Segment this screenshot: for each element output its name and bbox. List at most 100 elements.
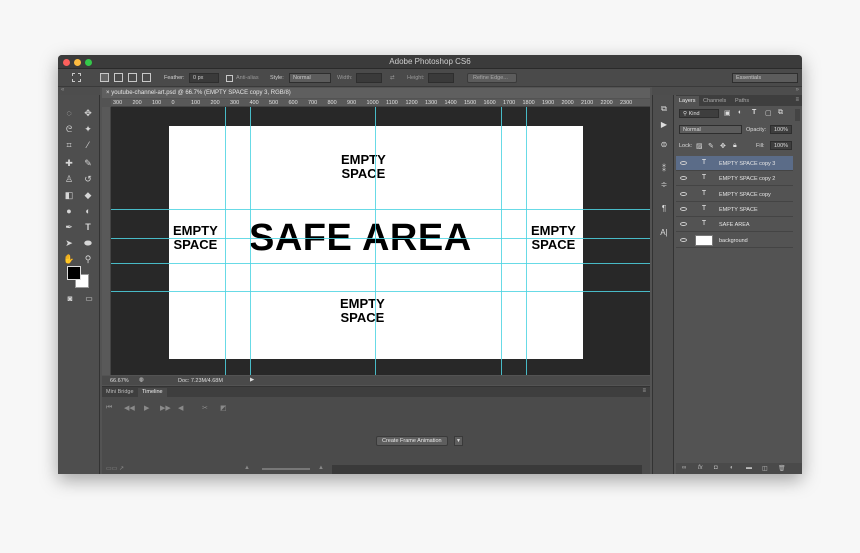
fill-input[interactable]: 100% <box>770 141 792 150</box>
guide-horizontal[interactable] <box>111 291 650 292</box>
zoom-level[interactable]: 66.67% <box>110 378 129 384</box>
width-input[interactable] <box>356 73 382 83</box>
timeline-zoom-slider[interactable] <box>262 468 310 470</box>
feather-input[interactable]: 0 px <box>189 73 219 83</box>
zoom-in-timeline-icon[interactable]: ▲ <box>318 465 324 471</box>
guide-vertical[interactable] <box>501 107 502 375</box>
history-brush-icon[interactable]: ↺ <box>80 172 96 186</box>
tab-timeline[interactable]: Timeline <box>138 388 167 397</box>
refine-edge-button[interactable]: Refine Edge... <box>467 73 517 83</box>
style-select[interactable]: Normal <box>289 73 331 83</box>
anti-alias-checkbox[interactable] <box>226 75 233 82</box>
document-canvas[interactable]: EMPTY SPACE EMPTY SPACE SAFE AREA EMPTY … <box>169 126 583 359</box>
intersect-selection-icon[interactable] <box>142 73 151 82</box>
text-layer-icon[interactable]: T <box>695 219 713 230</box>
quick-mask-icon[interactable]: ◙ <box>62 292 78 306</box>
lock-position-icon[interactable]: ✥ <box>720 142 726 150</box>
subtract-selection-icon[interactable] <box>128 73 137 82</box>
visibility-eye-icon[interactable] <box>680 206 687 211</box>
visibility-eye-icon[interactable] <box>680 176 687 181</box>
brush-panel-icon[interactable]: ⁑ <box>657 163 671 175</box>
tab-mini-bridge[interactable]: Mini Bridge <box>102 388 138 397</box>
layer-row[interactable]: T SAFE AREA <box>676 217 793 233</box>
hand-tool-icon[interactable]: ✋ <box>61 252 77 266</box>
shape-tool-icon[interactable]: ⬬ <box>80 236 96 250</box>
delete-layer-icon[interactable]: 🗑︎ <box>778 465 786 472</box>
marquee-preset-icon[interactable] <box>72 73 81 82</box>
foreground-color-swatch-top[interactable] <box>67 266 81 280</box>
layer-name[interactable]: EMPTY SPACE copy 2 <box>719 176 775 182</box>
zoom-out-timeline-icon[interactable]: ▲ <box>244 465 250 471</box>
layer-filter-toggle[interactable] <box>795 109 800 121</box>
marquee-tool-icon[interactable]: ◌ <box>61 106 77 120</box>
guide-horizontal[interactable] <box>111 238 650 239</box>
zoom-tool-icon[interactable]: ⚲ <box>80 252 96 266</box>
document-tab[interactable]: × youtube-channel-art.psd @ 66.7% (EMPTY… <box>102 88 650 98</box>
new-selection-icon[interactable] <box>100 73 109 82</box>
adjustments-panel-icon[interactable]: ⊜ <box>657 139 671 151</box>
clone-stamp-icon[interactable]: ♙ <box>61 172 77 186</box>
transition-icon[interactable]: ◩ <box>220 404 227 412</box>
new-group-icon[interactable]: ▬ <box>746 465 752 471</box>
panels-collapse-bar[interactable]: » <box>652 87 802 95</box>
guide-vertical[interactable] <box>250 107 251 375</box>
blend-mode-select[interactable]: Normal <box>679 125 742 134</box>
path-selection-icon[interactable]: ➤ <box>61 236 77 250</box>
link-layers-icon[interactable]: ∞ <box>682 465 686 471</box>
height-input[interactable] <box>428 73 454 83</box>
status-menu-icon[interactable]: ▶ <box>250 377 254 383</box>
layer-row[interactable]: background <box>676 233 793 248</box>
visibility-eye-icon[interactable] <box>680 161 687 165</box>
paint-bucket-icon[interactable]: ◆ <box>80 188 96 202</box>
pen-tool-icon[interactable]: ✒ <box>61 220 77 234</box>
new-layer-icon[interactable]: ◫ <box>762 465 768 472</box>
tab-paths[interactable]: Paths <box>732 96 752 106</box>
lock-all-icon[interactable]: 🔒︎ <box>733 142 737 150</box>
magic-wand-icon[interactable]: ✦ <box>80 122 96 136</box>
move-tool-icon[interactable]: ✥ <box>80 106 96 120</box>
layer-row[interactable]: T EMPTY SPACE copy <box>676 187 793 202</box>
healing-brush-icon[interactable]: ✚ <box>61 156 77 170</box>
next-frame-icon[interactable]: ▶▶ <box>160 404 171 412</box>
visibility-eye-icon[interactable] <box>680 222 687 227</box>
layer-name[interactable]: SAFE AREA <box>719 222 750 228</box>
properties-panel-icon[interactable]: ≑ <box>657 179 671 191</box>
filter-smart-object-icon[interactable]: ⧉ <box>778 109 783 117</box>
filter-adjustment-icon[interactable]: ◐ <box>738 109 742 116</box>
layer-thumbnail[interactable] <box>695 234 713 246</box>
layer-row[interactable]: T EMPTY SPACE copy 2 <box>676 171 793 187</box>
guide-horizontal[interactable] <box>111 209 650 210</box>
layer-name[interactable]: EMPTY SPACE copy 3 <box>719 161 775 167</box>
paragraph-panel-icon[interactable]: ¶ <box>657 203 671 215</box>
history-panel-icon[interactable]: ⧉ <box>657 103 671 115</box>
dodge-tool-icon[interactable]: ◐ <box>80 204 96 218</box>
chevron-down-icon[interactable]: ▼ <box>454 436 463 446</box>
layer-name[interactable]: background <box>719 238 748 244</box>
text-layer-icon[interactable]: T <box>695 173 713 184</box>
visibility-eye-icon[interactable] <box>680 237 687 242</box>
text-layer-icon[interactable]: T <box>695 204 713 215</box>
visibility-eye-icon[interactable] <box>680 191 687 196</box>
guide-vertical[interactable] <box>526 107 527 375</box>
eyedropper-icon[interactable]: ⁄ <box>80 138 96 152</box>
blur-tool-icon[interactable]: ● <box>61 204 77 218</box>
type-tool-icon[interactable]: T <box>80 220 96 234</box>
layer-filter-select[interactable]: ⚲ Kind <box>679 109 719 118</box>
brush-tool-icon[interactable]: ✎ <box>80 156 96 170</box>
workspace-select[interactable]: Essentials <box>732 73 798 83</box>
vertical-ruler[interactable] <box>102 107 111 375</box>
guide-vertical[interactable] <box>375 107 376 375</box>
create-frame-animation-button[interactable]: Create Frame Animation <box>376 436 448 446</box>
add-mask-icon[interactable]: ◘ <box>714 465 718 471</box>
layer-row[interactable]: T EMPTY SPACE copy 3 <box>676 156 793 171</box>
split-icon[interactable]: ✂ <box>202 404 208 412</box>
eraser-icon[interactable]: ◧ <box>61 188 77 202</box>
filter-pixel-icon[interactable]: ▣ <box>724 109 731 117</box>
opacity-input[interactable]: 100% <box>770 125 792 134</box>
layer-row[interactable]: T EMPTY SPACE <box>676 202 793 217</box>
audio-icon[interactable]: ◀ <box>178 404 183 412</box>
layer-name[interactable]: EMPTY SPACE <box>719 207 758 213</box>
tab-layers[interactable]: Layers <box>676 96 699 106</box>
canvas-workspace[interactable]: EMPTY SPACE EMPTY SPACE SAFE AREA EMPTY … <box>111 107 650 375</box>
actions-panel-icon[interactable]: ▶ <box>657 119 671 131</box>
